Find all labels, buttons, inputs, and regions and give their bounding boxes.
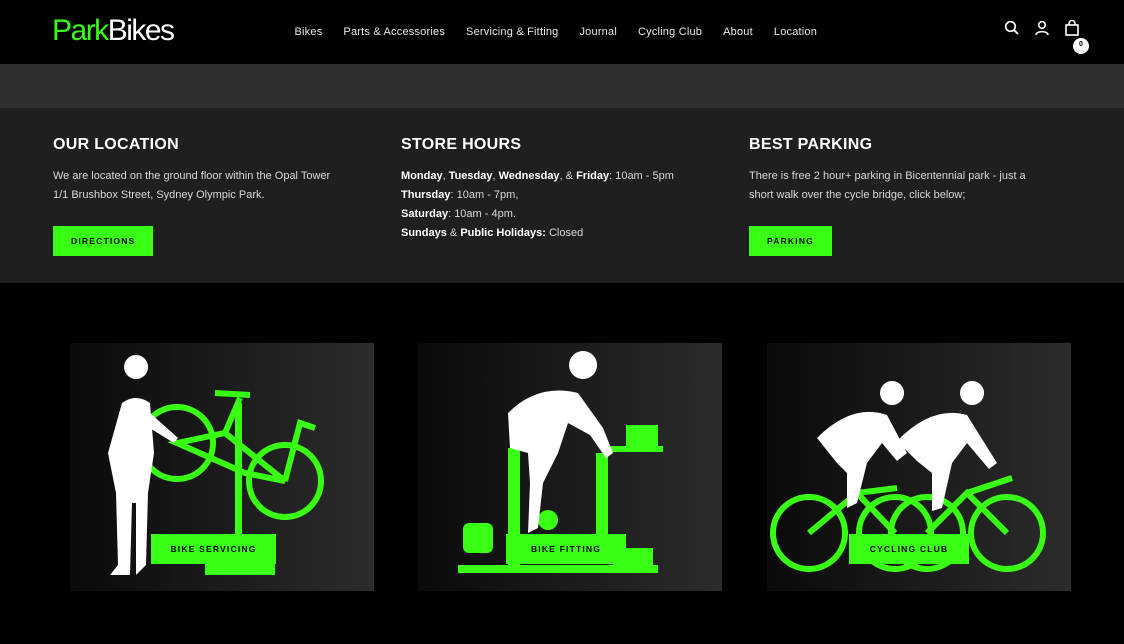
search-icon[interactable] <box>1004 20 1020 36</box>
hours-day: Tuesday <box>448 170 493 182</box>
hours-sep: & <box>446 227 461 239</box>
nav-servicing-fitting[interactable]: Servicing & Fitting <box>456 22 569 42</box>
nav-bikes[interactable]: Bikes <box>284 22 333 42</box>
cycling-club-label[interactable]: CYCLING CLUB <box>849 534 969 564</box>
hours-day: Wednesday <box>498 170 560 182</box>
nav-about[interactable]: About <box>713 22 764 42</box>
parking-line-2: short walk over the cycle bridge, click … <box>749 189 966 201</box>
location-line-1: We are located on the ground floor withi… <box>53 170 331 182</box>
bike-fitting-card[interactable]: BIKE FITTING <box>418 343 722 591</box>
hours-day: Thursday <box>401 189 451 201</box>
info-section: OUR LOCATION We are located on the groun… <box>0 108 1124 283</box>
bike-fitting-label[interactable]: BIKE FITTING <box>506 534 626 564</box>
hours-time: Closed <box>545 227 584 239</box>
directions-button[interactable]: DIRECTIONS <box>53 226 154 256</box>
nav-journal[interactable]: Journal <box>569 22 627 42</box>
parking-column: BEST PARKING There is free 2 hour+ parki… <box>749 136 1069 256</box>
hours-day: Sundays <box>401 227 447 239</box>
logo-bikes: Bikes <box>107 14 175 47</box>
nav-location[interactable]: Location <box>763 22 827 42</box>
header-icons: 0 <box>1004 19 1089 54</box>
hours-day: Monday <box>401 170 443 182</box>
parking-button[interactable]: PARKING <box>749 226 832 256</box>
banner-strip <box>0 64 1124 108</box>
hours-text: Monday, Tuesday, Wednesday, & Friday: 10… <box>401 167 721 243</box>
hours-day: Saturday <box>401 208 449 220</box>
hours-time: : 10am - 5pm <box>609 170 674 182</box>
hours-day: Public Holidays: <box>460 227 546 239</box>
hours-column: STORE HOURS Monday, Tuesday, Wednesday, … <box>401 136 721 243</box>
account-icon[interactable] <box>1034 20 1050 36</box>
nav-parts-accessories[interactable]: Parts & Accessories <box>333 22 456 42</box>
parking-line-1: There is free 2 hour+ parking in Bicente… <box>749 170 1026 182</box>
location-title: OUR LOCATION <box>53 136 179 153</box>
hours-time: : 10am - 4pm. <box>448 208 516 220</box>
cart-count-badge: 0 <box>1073 38 1089 54</box>
hours-time: : 10am - 7pm, <box>450 189 519 201</box>
main-nav: Bikes Parts & Accessories Servicing & Fi… <box>284 22 828 42</box>
bike-servicing-card[interactable]: BIKE SERVICING <box>70 343 374 591</box>
nav-cycling-club[interactable]: Cycling Club <box>627 22 712 42</box>
bike-servicing-label[interactable]: BIKE SERVICING <box>151 534 276 564</box>
cart-icon[interactable]: 0 <box>1064 19 1089 54</box>
site-logo[interactable]: ParkBikes <box>52 14 175 48</box>
location-text: We are located on the ground floor withi… <box>53 167 373 205</box>
cycling-club-card[interactable]: CYCLING CLUB <box>767 343 1071 591</box>
site-header: ParkBikes Bikes Parts & Accessories Serv… <box>0 0 1124 64</box>
logo-park: Park <box>52 14 109 47</box>
location-column: OUR LOCATION We are located on the groun… <box>53 136 373 256</box>
location-line-2: 1/1 Brushbox Street, Sydney Olympic Park… <box>53 189 265 201</box>
hours-title: STORE HOURS <box>401 136 522 153</box>
parking-title: BEST PARKING <box>749 136 873 153</box>
hours-day: Friday <box>576 170 610 182</box>
parking-text: There is free 2 hour+ parking in Bicente… <box>749 167 1069 205</box>
hours-sep: , & <box>559 170 577 182</box>
